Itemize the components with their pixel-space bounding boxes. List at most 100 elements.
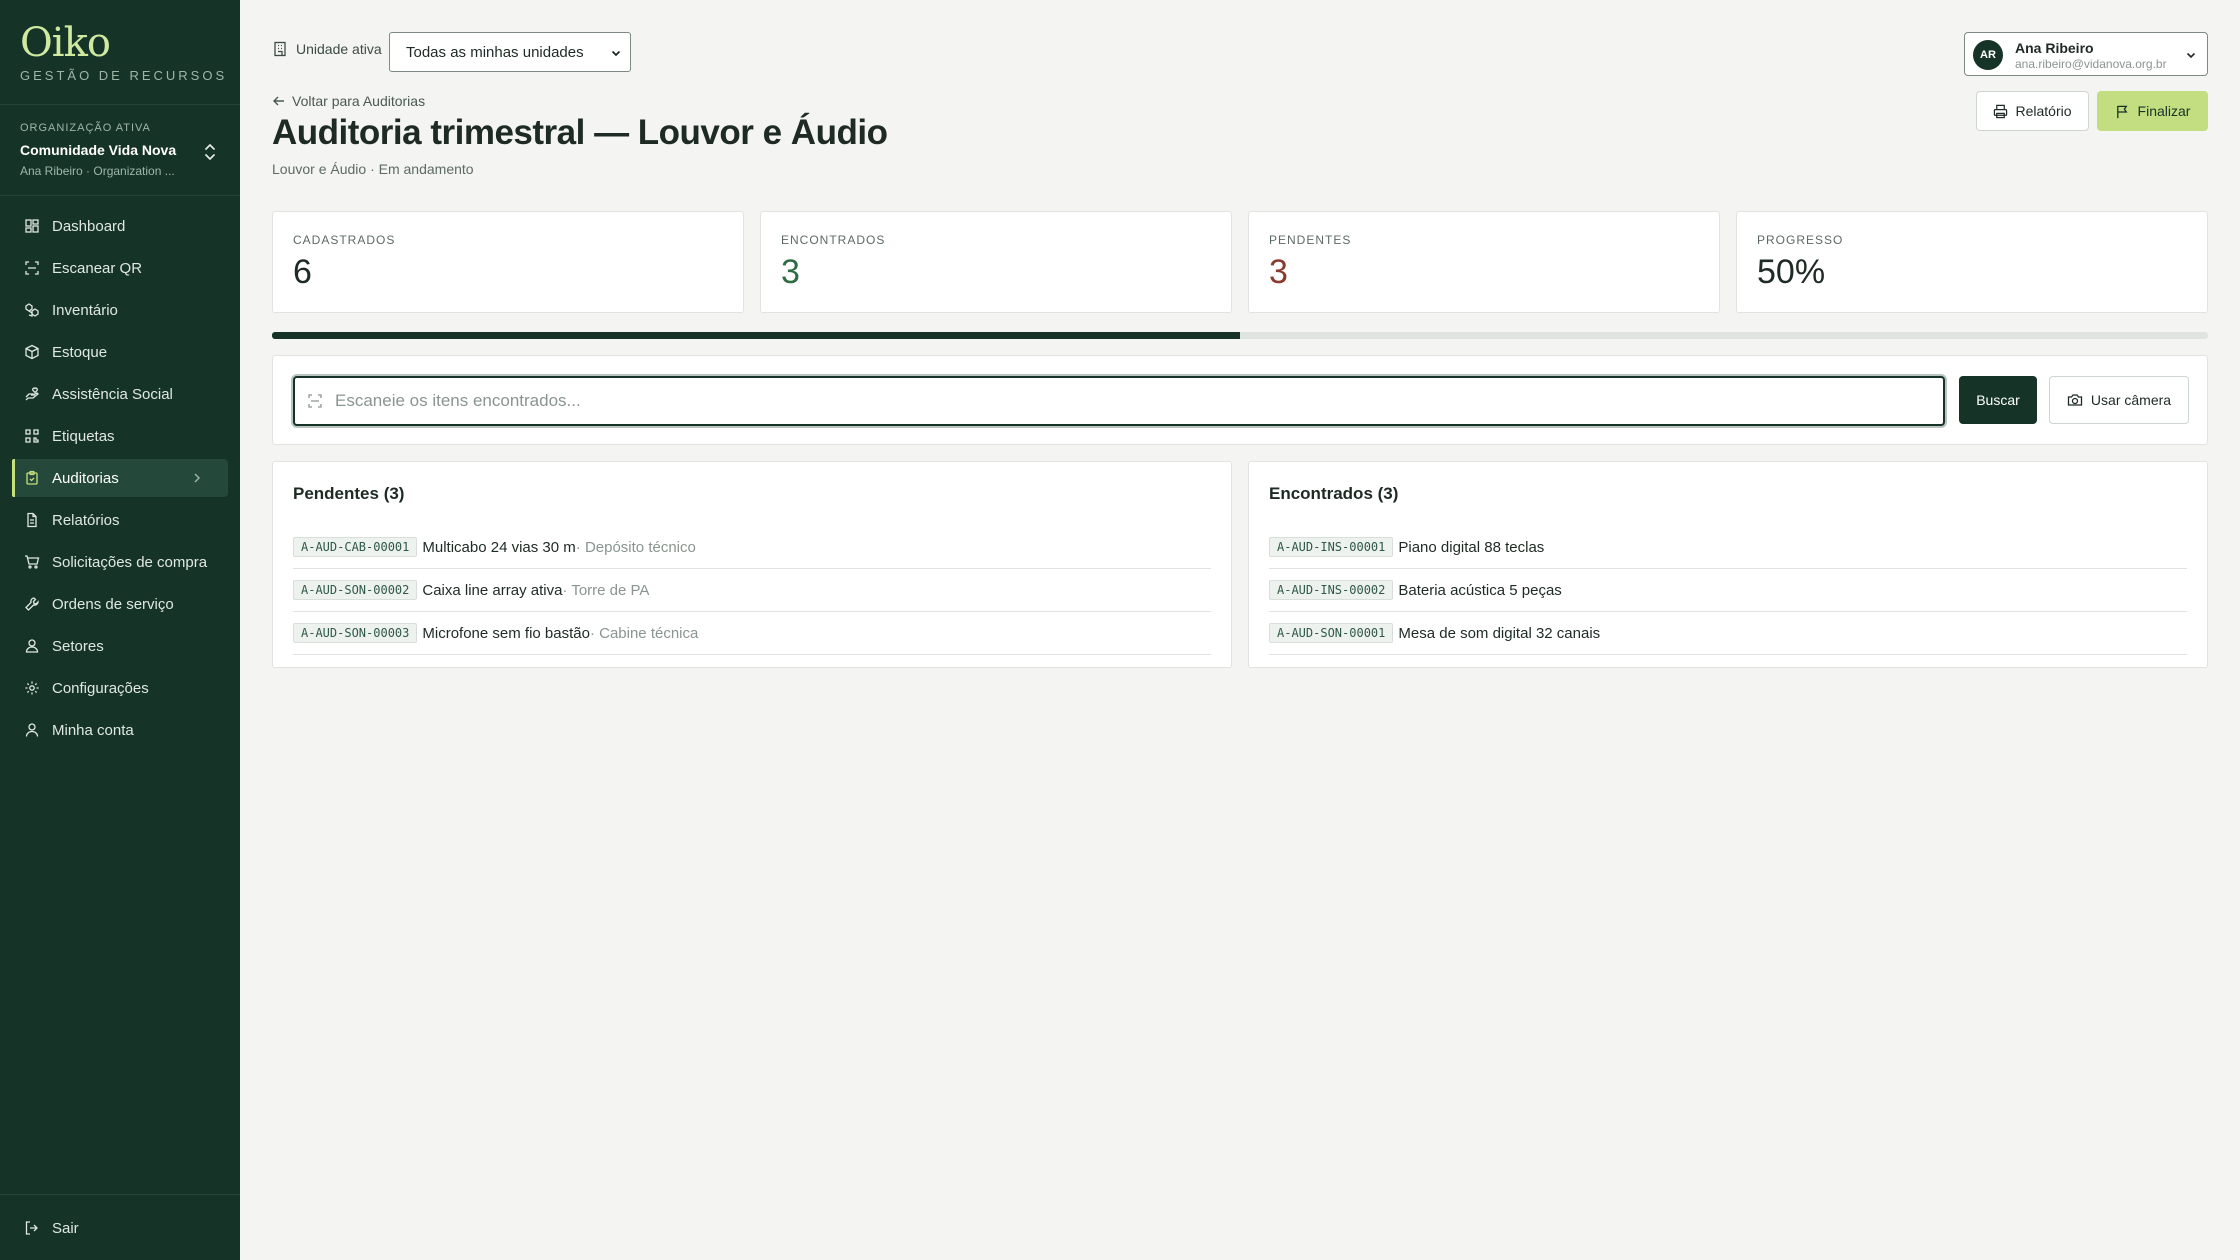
item-location: · Depósito técnico <box>575 538 696 556</box>
divider <box>0 1194 240 1195</box>
grid-icon <box>25 219 39 233</box>
scan-panel: Buscar Usar câmera <box>272 355 2208 445</box>
chevron-down-icon <box>2186 52 2196 59</box>
sidebar-item-audits[interactable]: Auditorias <box>12 459 228 497</box>
stat-value: 3 <box>1269 253 1288 291</box>
pending-panel: Pendentes (3) A-AUD-CAB-00001 Multicabo … <box>272 461 1232 668</box>
hand-heart-icon <box>25 387 39 401</box>
org-name: Comunidade Vida Nova <box>20 142 177 158</box>
avatar: AR <box>1973 40 2003 70</box>
brand-logo[interactable]: Oiko <box>20 20 111 66</box>
progress-bar <box>272 332 2208 339</box>
sidebar-item-label: Assistência Social <box>52 385 173 403</box>
printer-icon <box>1994 104 2008 118</box>
page-subtitle: Louvor e Áudio · Em andamento <box>272 161 474 177</box>
gear-icon <box>25 681 39 695</box>
flag-icon <box>2116 105 2128 118</box>
sidebar-item-label: Setores <box>52 637 104 655</box>
item-name: Piano digital 88 teclas <box>1398 538 1545 556</box>
sidebar-item-inventory[interactable]: Inventário <box>12 291 228 329</box>
sidebar-item-label: Relatórios <box>52 511 120 529</box>
item-name: Caixa line array ativa <box>422 581 563 599</box>
brand-subtitle: GESTÃO DE RECURSOS <box>20 68 228 83</box>
sidebar-item-sectors[interactable]: Setores <box>12 627 228 665</box>
sidebar-item-stock[interactable]: Estoque <box>12 333 228 371</box>
item-code: A-AUD-INS-00001 <box>1269 537 1394 557</box>
users-icon <box>25 639 39 653</box>
sidebar-item-label: Auditorias <box>52 469 119 487</box>
unit-select[interactable]: Todas as minhas unidades <box>389 32 631 72</box>
item-code: A-AUD-SON-00002 <box>293 580 418 600</box>
sidebar-item-label: Inventário <box>52 301 118 319</box>
list-item: A-AUD-INS-00002 Bateria acústica 5 peças <box>1269 569 2187 612</box>
sidebar-item-dashboard[interactable]: Dashboard <box>12 207 228 245</box>
back-link-label: Voltar para Auditorias <box>292 93 426 109</box>
search-button[interactable]: Buscar <box>1959 376 2037 424</box>
scan-input-wrapper <box>293 376 1945 426</box>
user-menu[interactable]: AR Ana Ribeiro ana.ribeiro@vidanova.org.… <box>1964 32 2208 76</box>
chevron-right-icon <box>194 473 200 483</box>
sidebar-item-scan-qr[interactable]: Escanear QR <box>12 249 228 287</box>
sidebar-item-reports[interactable]: Relatórios <box>12 501 228 539</box>
camera-button[interactable]: Usar câmera <box>2049 376 2189 424</box>
finish-button-label: Finalizar <box>2137 103 2191 119</box>
camera-button-label: Usar câmera <box>2090 392 2172 408</box>
sidebar-nav: Dashboard Escanear QR Inventário Estoque… <box>12 207 228 753</box>
found-title: Encontrados (3) <box>1269 484 1399 503</box>
user-name: Ana Ribeiro <box>2015 40 2094 56</box>
item-code: A-AUD-SON-00003 <box>293 623 418 643</box>
sidebar-item-labels[interactable]: Etiquetas <box>12 417 228 455</box>
finish-button[interactable]: Finalizar <box>2097 91 2208 131</box>
item-code: A-AUD-INS-00002 <box>1269 580 1394 600</box>
back-link[interactable]: Voltar para Auditorias <box>272 93 425 109</box>
document-icon <box>27 512 37 528</box>
stat-card-found: ENCONTRADOS 3 <box>760 211 1232 313</box>
item-name: Mesa de som digital 32 canais <box>1398 624 1601 642</box>
report-button[interactable]: Relatório <box>1976 91 2089 131</box>
org-user: Ana Ribeiro · Organization ... <box>20 164 175 178</box>
sidebar-item-label: Estoque <box>52 343 108 361</box>
found-panel: Encontrados (3) A-AUD-INS-00001 Piano di… <box>1248 461 2208 668</box>
stat-card-progress: PROGRESSO 50% <box>1736 211 2208 313</box>
arrow-left-icon <box>273 96 284 106</box>
divider <box>0 195 240 196</box>
unit-label-text: Unidade ativa <box>296 41 382 57</box>
sidebar-item-settings[interactable]: Configurações <box>12 669 228 707</box>
list-item: A-AUD-INS-00001 Piano digital 88 teclas <box>1269 526 2187 569</box>
user-icon <box>25 723 39 737</box>
scan-input[interactable] <box>335 378 1935 424</box>
stat-card-registered: CADASTRADOS 6 <box>272 211 744 313</box>
sidebar-item-label: Ordens de serviço <box>52 595 174 613</box>
chevron-down-icon <box>611 50 621 57</box>
unit-label: Unidade ativa <box>272 41 382 57</box>
qr-icon <box>25 429 39 443</box>
stat-value: 50% <box>1757 253 1826 291</box>
sidebar-item-label: Escanear QR <box>52 259 143 277</box>
sidebar-item-label: Minha conta <box>52 721 134 739</box>
stat-label: CADASTRADOS <box>293 233 396 247</box>
item-name: Multicabo 24 vias 30 m <box>422 538 576 556</box>
chevrons-up-down-icon[interactable] <box>200 140 220 164</box>
scan-icon <box>25 261 39 275</box>
list-item: A-AUD-CAB-00001 Multicabo 24 vias 30 m ·… <box>293 526 1211 569</box>
sidebar-item-my-account[interactable]: Minha conta <box>12 711 228 749</box>
sidebar: Oiko GESTÃO DE RECURSOS ORGANIZAÇÃO ATIV… <box>0 0 240 1260</box>
stat-card-pending: PENDENTES 3 <box>1248 211 1720 313</box>
list-item: A-AUD-SON-00002 Caixa line array ativa ·… <box>293 569 1211 612</box>
cart-icon <box>25 555 40 569</box>
sidebar-item-label: Configurações <box>52 679 149 697</box>
building-icon <box>274 41 286 57</box>
item-name: Microfone sem fio bastão <box>422 624 590 642</box>
item-code: A-AUD-CAB-00001 <box>293 537 418 557</box>
package-icon <box>25 344 39 360</box>
stat-label: PROGRESSO <box>1757 233 1844 247</box>
sidebar-item-purchase-requests[interactable]: Solicitações de compra <box>12 543 228 581</box>
signout-button[interactable]: Sair <box>12 1209 228 1247</box>
list-item: A-AUD-SON-00003 Microfone sem fio bastão… <box>293 612 1211 655</box>
clipboard-check-icon <box>26 470 38 485</box>
sidebar-item-social-assistance[interactable]: Assistência Social <box>12 375 228 413</box>
camera-icon <box>2067 394 2083 406</box>
sidebar-item-service-orders[interactable]: Ordens de serviço <box>12 585 228 623</box>
logout-icon <box>25 1221 38 1235</box>
item-name: Bateria acústica 5 peças <box>1398 581 1562 599</box>
